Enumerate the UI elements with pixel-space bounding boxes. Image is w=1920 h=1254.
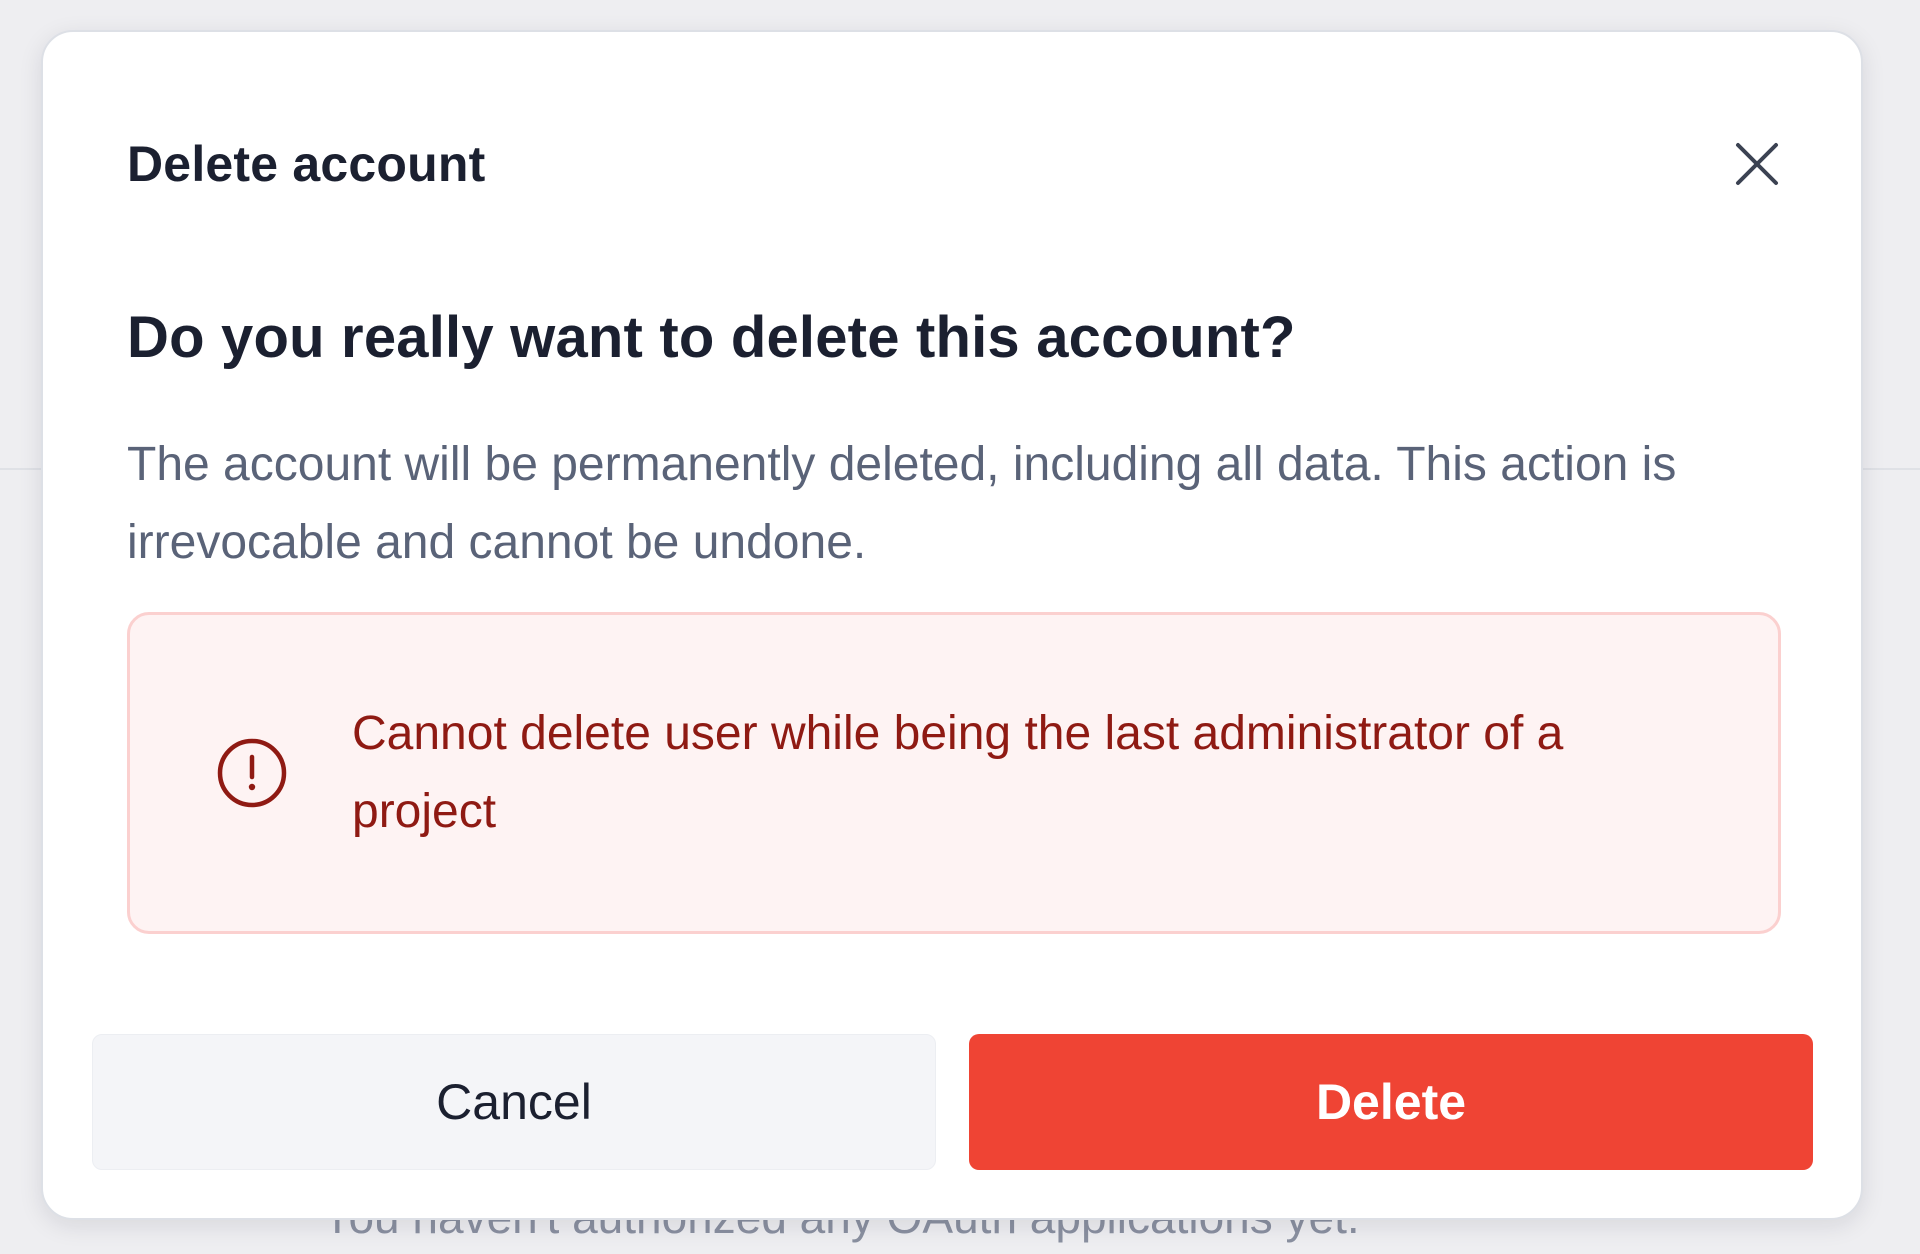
error-alert-message: Cannot delete user while being the last … (352, 707, 1564, 838)
dialog-description: The account will be permanently deleted,… (127, 438, 1677, 569)
dialog-header: Delete account (127, 132, 1791, 196)
delete-button[interactable]: Delete (969, 1034, 1813, 1170)
cancel-button[interactable]: Cancel (92, 1034, 936, 1170)
dialog-title: Delete account (127, 136, 486, 192)
alert-circle-icon (217, 738, 287, 808)
delete-account-dialog: Delete account Do you really want to del… (41, 30, 1863, 1220)
confirmation-question: Do you really want to delete this accoun… (127, 305, 1296, 370)
close-button[interactable] (1729, 136, 1785, 192)
error-alert: Cannot delete user while being the last … (127, 612, 1781, 934)
close-icon (1736, 143, 1778, 185)
